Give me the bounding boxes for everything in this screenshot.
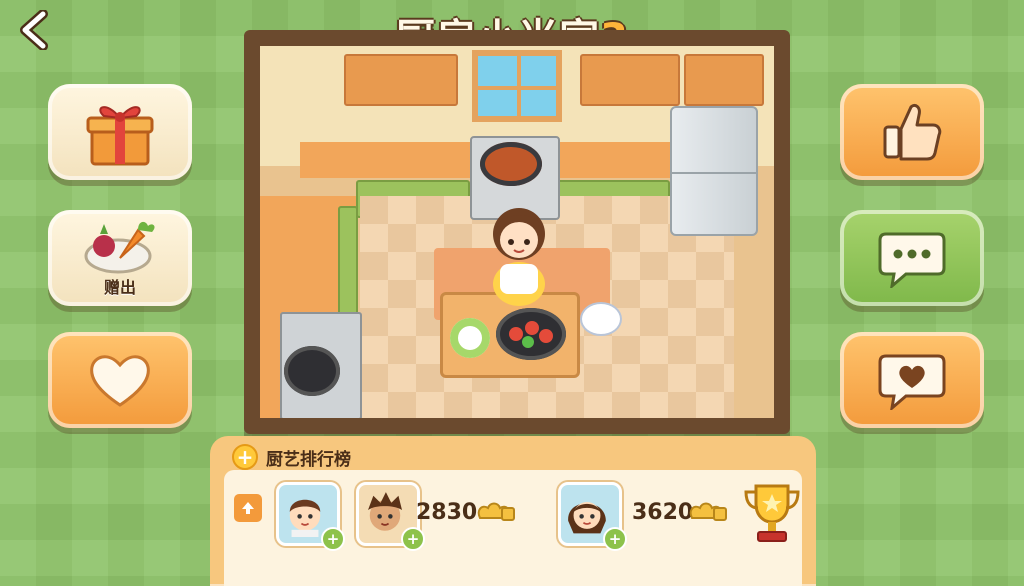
leaderboard-title: 厨艺排行榜 [266,449,351,470]
player-avatar-2[interactable]: + [356,482,425,551]
refrigerator[interactable] [670,106,758,236]
thumbs-up-icon [883,103,942,161]
leaderboard-add-button[interactable]: + [232,444,258,470]
food-in-pan [509,321,553,348]
add-friend-icon[interactable]: + [321,527,345,551]
girl-face-icon [568,502,606,534]
player-avatar-1[interactable]: + [276,482,345,551]
gift-button[interactable] [48,84,192,180]
trophy-icon [744,484,800,542]
frying-pan-side [284,346,340,396]
cucumber-plate [450,318,490,358]
upper-cabinet-right [684,54,764,106]
add-friend-icon[interactable]: + [401,527,425,551]
upper-cabinet-mid [580,54,680,106]
kitchen-room[interactable] [244,30,790,434]
message-button[interactable] [840,332,984,428]
chat-bubble-icon [878,232,946,288]
chef-hat-icon [477,502,515,521]
add-friend-icon[interactable]: + [603,527,627,551]
arrow-up-icon [242,502,254,514]
rank-up-button[interactable] [234,494,262,522]
chef-character[interactable] [482,198,556,308]
boy-face-icon [367,492,403,531]
upper-cabinet-left [344,54,458,106]
thumbs-up-badge-icon [689,502,727,521]
player-score-2: 3620 [632,500,694,525]
favorite-button[interactable] [48,332,192,428]
boy-face-icon [289,499,321,537]
heart-message-icon [878,354,946,410]
player-avatar-3[interactable]: + [558,482,627,551]
vegetable-basket-icon [84,221,155,274]
gift-icon [86,106,154,166]
kitchen-interior [260,46,774,418]
heart-icon [90,355,150,407]
kitchen-window [472,50,562,122]
frying-pan-back [480,142,542,186]
gift-out-caption: 赠出 [103,278,136,297]
gift-out-button[interactable]: 赠出 [48,210,192,306]
leaderboard-header: + 厨艺排行榜 [232,444,351,470]
like-button[interactable] [840,84,984,180]
player-score-1: 2830 [416,500,478,525]
side-plate [580,302,622,336]
leaderboard-panel: + 厨艺排行榜 + + 2830 + 3620 [210,436,816,586]
chat-button[interactable] [840,210,984,306]
leaderboard-list: + + 2830 + 3620 [224,470,802,586]
